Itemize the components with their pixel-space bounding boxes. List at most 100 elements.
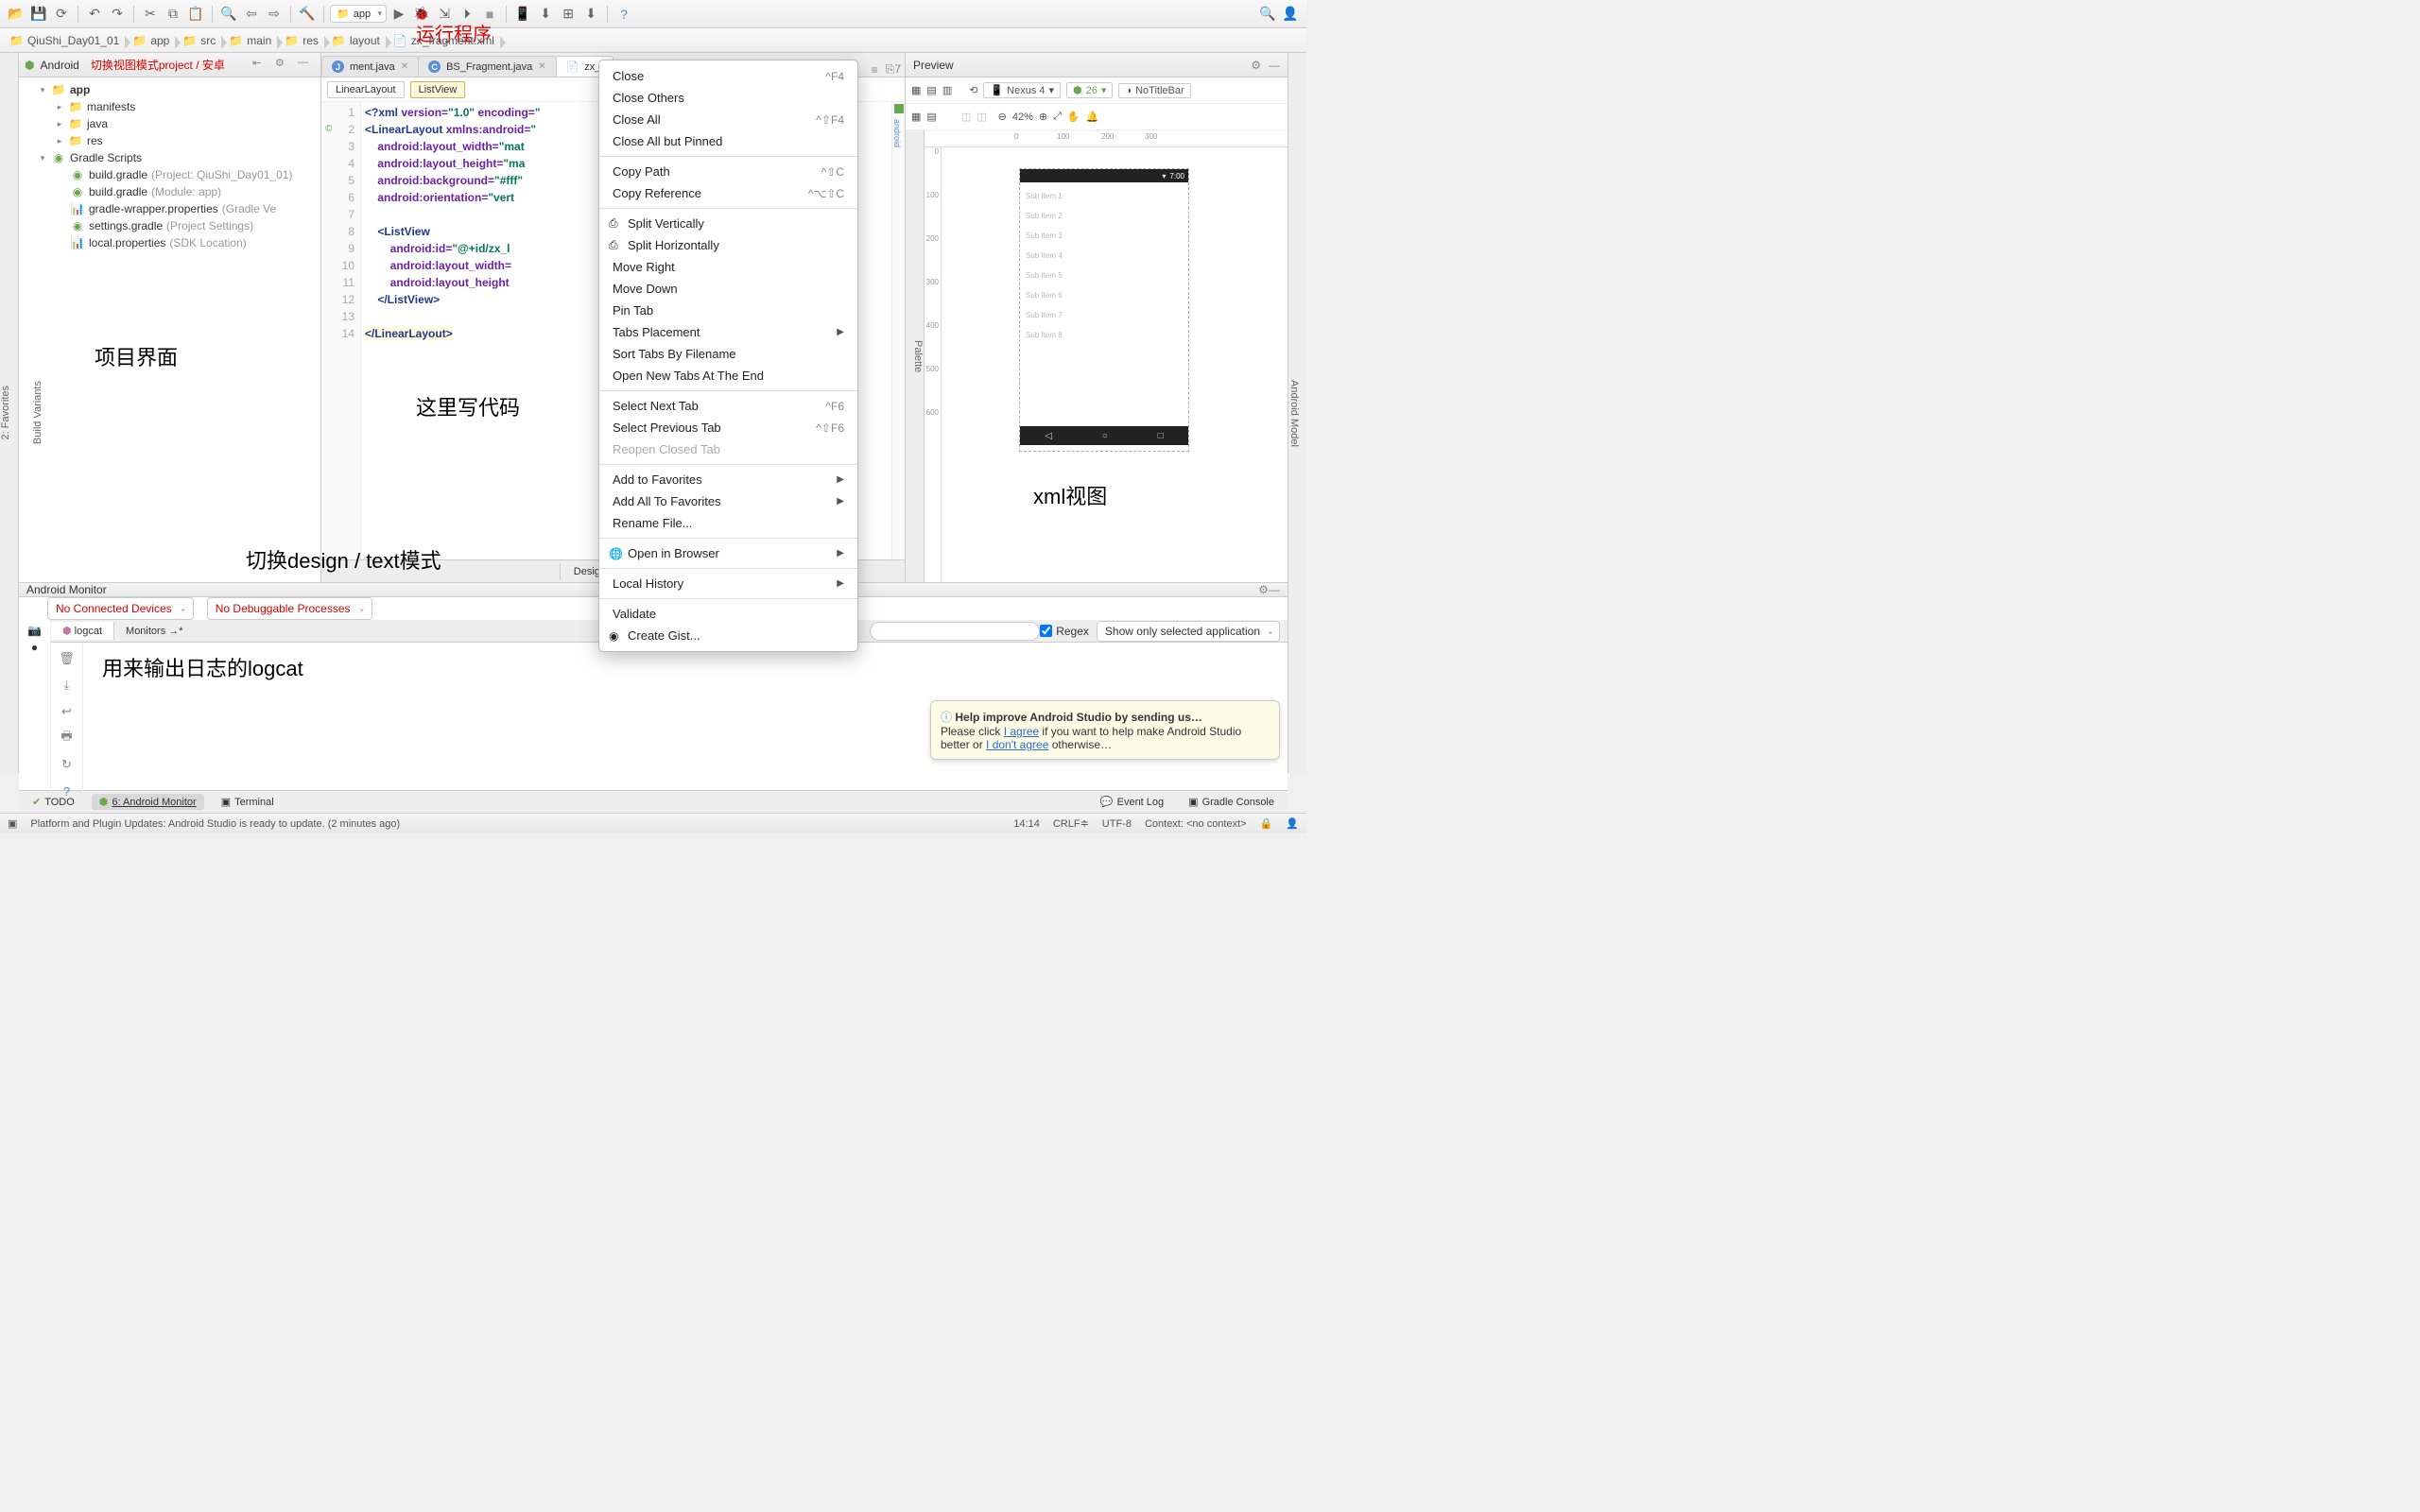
menu-item[interactable]: Copy Path^⇧C bbox=[599, 161, 857, 182]
zoom-fit-icon[interactable]: ⤢ bbox=[1053, 111, 1062, 123]
menu-item[interactable]: Pin Tab bbox=[599, 300, 857, 321]
notifications-icon[interactable]: 🔔 bbox=[1086, 111, 1099, 123]
palette-toggle-icon[interactable]: ▤ bbox=[926, 84, 936, 96]
layers-icon[interactable]: ◫ bbox=[977, 111, 986, 123]
wrap-icon[interactable]: ≡ bbox=[868, 63, 882, 77]
menu-item[interactable]: 🌐Open in Browser▶ bbox=[599, 542, 857, 564]
menu-item[interactable]: Close^F4 bbox=[599, 65, 857, 87]
build-icon[interactable]: 🔨 bbox=[297, 4, 318, 25]
crumb-3[interactable]: 📁main bbox=[223, 32, 279, 49]
tree-item[interactable]: ◉build.gradle (Project: QiuShi_Day01_01) bbox=[21, 166, 319, 183]
attach-icon[interactable]: ⇲ bbox=[434, 4, 455, 25]
record-icon[interactable]: ● bbox=[31, 641, 38, 654]
zoom-out-icon[interactable]: ⊖ bbox=[998, 111, 1007, 123]
layout-inspector-icon[interactable]: ⊞ bbox=[558, 4, 579, 25]
menu-item[interactable]: Add to Favorites▶ bbox=[599, 469, 857, 490]
agree-link[interactable]: I agree bbox=[1004, 725, 1039, 738]
menu-item[interactable]: Add All To Favorites▶ bbox=[599, 490, 857, 512]
orientation-icon[interactable]: ⟲ bbox=[969, 84, 977, 96]
find-icon[interactable]: 🔍 bbox=[218, 4, 239, 25]
filter-select[interactable]: Show only selected application bbox=[1097, 621, 1280, 642]
tree-item[interactable]: ◉build.gradle (Module: app) bbox=[21, 183, 319, 200]
crumb-0[interactable]: 📁QiuShi_Day01_01 bbox=[4, 32, 127, 49]
tab-logcat[interactable]: ⬢ logcat bbox=[51, 622, 114, 640]
crumb-2[interactable]: 📁src bbox=[177, 32, 223, 49]
menu-item[interactable]: Tabs Placement▶ bbox=[599, 321, 857, 343]
sdk-icon[interactable]: ⬇ bbox=[535, 4, 556, 25]
palette-tab[interactable]: Palette bbox=[906, 130, 925, 582]
crumb-linearlayout[interactable]: LinearLayout bbox=[327, 81, 405, 98]
crumb-1[interactable]: 📁app bbox=[127, 32, 177, 49]
process-select[interactable]: No Debuggable Processes bbox=[207, 597, 372, 620]
profile-icon[interactable]: ⏵ bbox=[457, 4, 477, 25]
pan-icon[interactable]: ✋ bbox=[1067, 111, 1080, 123]
project-tree[interactable]: ▾📁app ▸📁manifests ▸📁java ▸📁res ▾◉Gradle … bbox=[19, 77, 320, 255]
back-icon[interactable]: ⇦ bbox=[241, 4, 262, 25]
regex-checkbox[interactable]: Regex bbox=[1040, 625, 1089, 638]
crumb-listview[interactable]: ListView bbox=[410, 81, 466, 98]
screenshot-icon[interactable]: 📷 bbox=[27, 624, 42, 637]
collapse-icon[interactable]: ⇤ bbox=[252, 57, 269, 74]
settings-help-icon[interactable]: ? bbox=[57, 781, 78, 801]
menu-item[interactable]: Copy Reference^⌥⇧C bbox=[599, 182, 857, 204]
crumb-6[interactable]: 📄zx_fragment.xml bbox=[388, 32, 502, 49]
restart-icon[interactable]: ↻ bbox=[57, 754, 78, 775]
scroll-end-icon[interactable]: ⤓ bbox=[57, 675, 78, 696]
soft-wrap-icon[interactable]: ↩ bbox=[57, 701, 78, 722]
tab-list-icon[interactable]: ⎘7 bbox=[882, 62, 905, 77]
menu-item[interactable]: Close All^⇧F4 bbox=[599, 109, 857, 130]
sync-icon[interactable]: ⟳ bbox=[51, 4, 72, 25]
tree-item[interactable]: ▸📁res bbox=[21, 132, 319, 149]
menu-item[interactable]: Select Previous Tab^⇧F6 bbox=[599, 417, 857, 438]
theme-icon[interactable]: ⬇ bbox=[580, 4, 601, 25]
menu-item[interactable]: ⎙Split Horizontally bbox=[599, 234, 857, 256]
menu-item[interactable]: Close All but Pinned bbox=[599, 130, 857, 152]
menu-item[interactable]: Select Next Tab^F6 bbox=[599, 395, 857, 417]
crumb-4[interactable]: 📁res bbox=[279, 32, 326, 49]
dont-agree-link[interactable]: I don't agree bbox=[986, 738, 1048, 751]
tab-monitors[interactable]: Monitors →* bbox=[114, 623, 195, 640]
print-icon[interactable]: 🖶 bbox=[57, 728, 78, 748]
tree-item[interactable]: 📊gradle-wrapper.properties (Gradle Ve bbox=[21, 200, 319, 217]
tree-item[interactable]: ▸📁java bbox=[21, 115, 319, 132]
palette-toggle-icon[interactable]: ▦ bbox=[911, 84, 921, 96]
forward-icon[interactable]: ⇨ bbox=[264, 4, 285, 25]
help-icon[interactable]: ? bbox=[614, 4, 634, 25]
tree-app[interactable]: ▾📁app bbox=[21, 81, 319, 98]
theme-select[interactable]: ◑ NoTitleBar bbox=[1118, 83, 1190, 98]
status-icon[interactable]: ▣ bbox=[8, 817, 17, 830]
clear-icon[interactable]: 🗑 bbox=[57, 648, 78, 669]
cut-icon[interactable]: ✂ bbox=[140, 4, 161, 25]
menu-item[interactable]: Validate bbox=[599, 603, 857, 625]
tree-item[interactable]: ◉settings.gradle (Project Settings) bbox=[21, 217, 319, 234]
user-icon[interactable]: 👤 bbox=[1280, 4, 1301, 25]
menu-item[interactable]: ⎙Split Vertically bbox=[599, 213, 857, 234]
menu-item[interactable]: Sort Tabs By Filename bbox=[599, 343, 857, 365]
menu-item[interactable]: Rename File... bbox=[599, 512, 857, 534]
close-icon[interactable]: ✕ bbox=[401, 61, 408, 72]
tab-android-model[interactable]: Android Model bbox=[1288, 380, 1300, 447]
hide-icon[interactable]: — bbox=[1269, 59, 1280, 72]
menu-item[interactable]: Move Down bbox=[599, 278, 857, 300]
menu-item[interactable]: Local History▶ bbox=[599, 573, 857, 594]
close-icon[interactable]: ✕ bbox=[538, 61, 545, 72]
crumb-5[interactable]: 📁layout bbox=[326, 32, 388, 49]
device-select[interactable]: 📱 Nexus 4 ▾ bbox=[983, 82, 1061, 98]
gear-icon[interactable]: ⚙ bbox=[275, 57, 292, 74]
editor-tab[interactable]: Jment.java✕ bbox=[321, 56, 419, 77]
tree-gradle[interactable]: ▾◉Gradle Scripts bbox=[21, 149, 319, 166]
run-icon[interactable]: ▶ bbox=[389, 4, 409, 25]
project-view-mode[interactable]: Android bbox=[40, 59, 78, 72]
open-icon[interactable]: 📂 bbox=[6, 4, 26, 25]
debug-icon[interactable]: 🐞 bbox=[411, 4, 432, 25]
editor-tab[interactable]: CBS_Fragment.java✕ bbox=[418, 56, 557, 77]
stop-icon[interactable]: ■ bbox=[479, 4, 500, 25]
hide-icon[interactable]: — bbox=[1269, 583, 1280, 596]
search-everywhere-icon[interactable]: 🔍 bbox=[1257, 4, 1278, 25]
tree-item[interactable]: ▸📁manifests bbox=[21, 98, 319, 115]
paste-icon[interactable]: 📋 bbox=[185, 4, 206, 25]
gear-icon[interactable]: ⚙ bbox=[1251, 59, 1261, 72]
viewport-icon[interactable]: ▤ bbox=[926, 111, 936, 123]
lock-icon[interactable]: 🔒 bbox=[1260, 817, 1273, 830]
tab-build-variants[interactable]: Build Variants bbox=[32, 381, 43, 444]
